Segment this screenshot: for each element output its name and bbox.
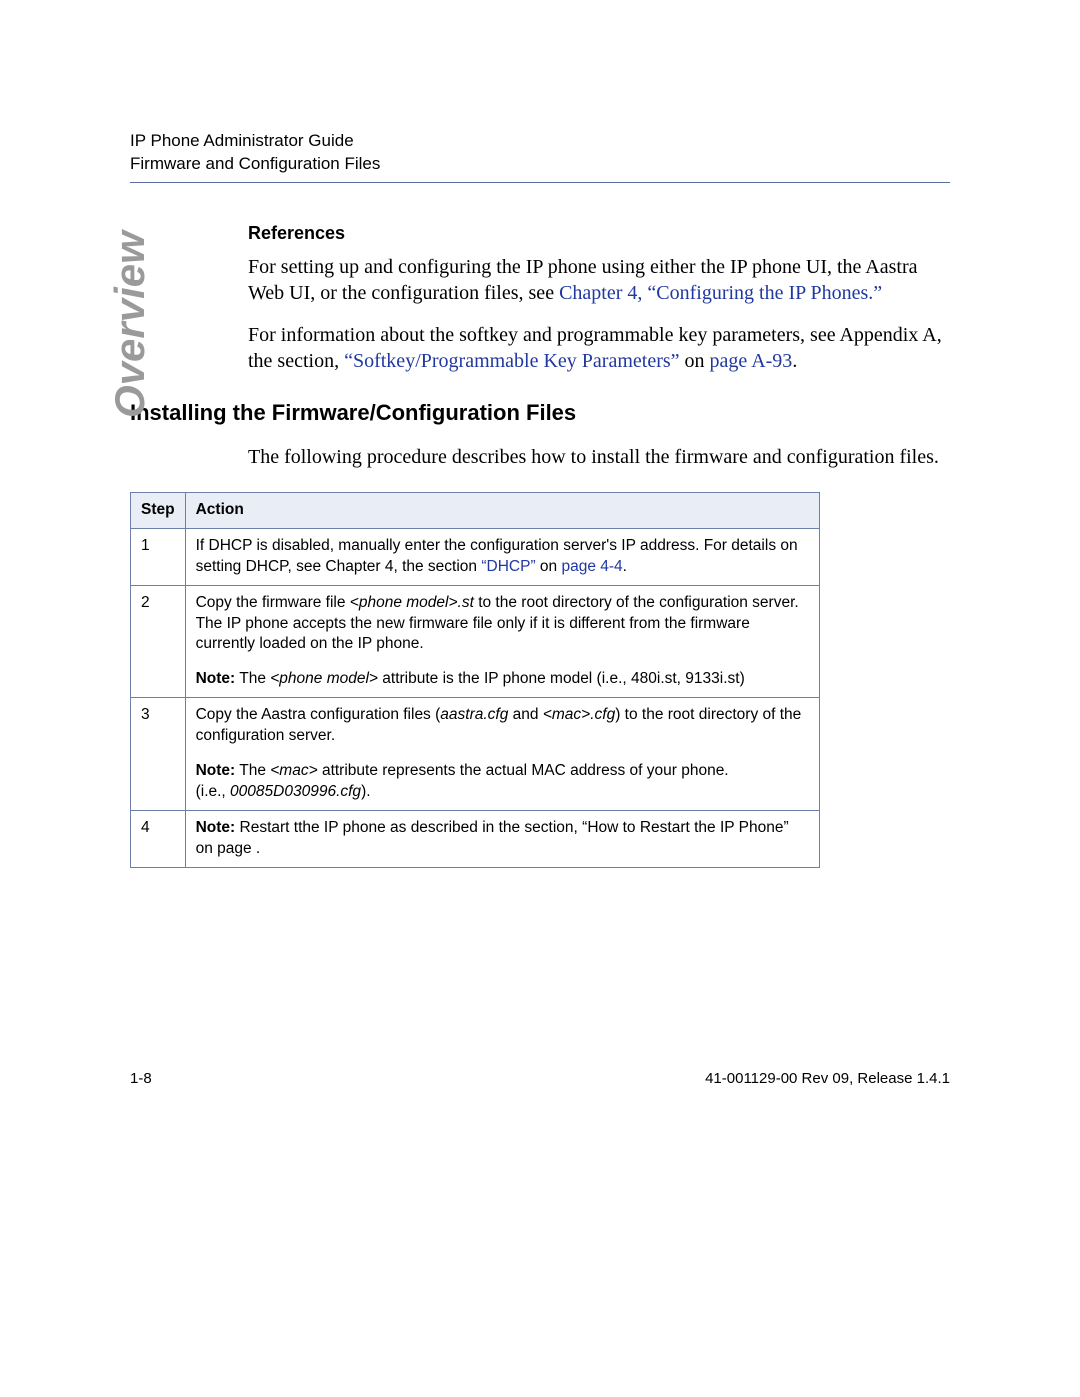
step-action: Note: Restart tthe IP phone as described… bbox=[185, 811, 819, 868]
note-label: Note: bbox=[196, 670, 236, 687]
step-action: Copy the Aastra configuration files (aas… bbox=[185, 698, 819, 811]
text: The bbox=[235, 670, 270, 687]
table-row: 3 Copy the Aastra configuration files (a… bbox=[131, 698, 820, 811]
steps-table: Step Action 1 If DHCP is disabled, manua… bbox=[130, 492, 820, 868]
col-action: Action bbox=[185, 492, 819, 528]
step-num: 2 bbox=[131, 585, 186, 698]
references-heading: References bbox=[248, 223, 950, 244]
text: (i.e., bbox=[196, 783, 230, 800]
table-row: 2 Copy the firmware file <phone model>.s… bbox=[131, 585, 820, 698]
text: Copy the Aastra configuration files ( bbox=[196, 706, 441, 723]
page-header: IP Phone Administrator Guide Firmware an… bbox=[130, 130, 950, 176]
page-number: 1-8 bbox=[130, 1070, 152, 1087]
col-step: Step bbox=[131, 492, 186, 528]
doc-id: 41-001129-00 Rev 09, Release 1.4.1 bbox=[705, 1070, 950, 1087]
table-row: 1 If DHCP is disabled, manually enter th… bbox=[131, 528, 820, 585]
text: Restart tthe IP phone as described in th… bbox=[196, 819, 789, 857]
text: ). bbox=[361, 783, 370, 800]
table-header-row: Step Action bbox=[131, 492, 820, 528]
text: attribute is the IP phone model (i.e., 4… bbox=[378, 670, 745, 687]
table-row: 4 Note: Restart tthe IP phone as describ… bbox=[131, 811, 820, 868]
note-label: Note: bbox=[196, 819, 236, 836]
text: . bbox=[623, 558, 627, 575]
link-dhcp[interactable]: “DHCP” bbox=[481, 558, 535, 575]
references-para-2: For information about the softkey and pr… bbox=[248, 322, 950, 374]
step-action: If DHCP is disabled, manually enter the … bbox=[185, 528, 819, 585]
header-subtitle: Firmware and Configuration Files bbox=[130, 153, 950, 176]
step-num: 4 bbox=[131, 811, 186, 868]
text: attribute represents the actual MAC addr… bbox=[318, 762, 729, 779]
link-page-a93[interactable]: page A-93 bbox=[710, 350, 793, 372]
references-para-1: For setting up and configuring the IP ph… bbox=[248, 254, 950, 306]
text: on bbox=[536, 558, 562, 575]
section-heading: Installing the Firmware/Configuration Fi… bbox=[130, 400, 950, 426]
step-action: Copy the firmware file <phone model>.st … bbox=[185, 585, 819, 698]
text: . bbox=[792, 350, 797, 372]
italic-text: <phone model>.st bbox=[350, 594, 474, 611]
step-num: 1 bbox=[131, 528, 186, 585]
document-page: IP Phone Administrator Guide Firmware an… bbox=[0, 0, 1080, 1397]
header-rule bbox=[130, 182, 950, 183]
section-intro: The following procedure describes how to… bbox=[248, 444, 950, 470]
side-tab-label: Overview bbox=[106, 231, 154, 418]
link-softkey-params[interactable]: “Softkey/Programmable Key Parameters” bbox=[344, 350, 679, 372]
text: The bbox=[235, 762, 270, 779]
italic-text: aastra.cfg bbox=[440, 706, 508, 723]
text: on bbox=[680, 350, 710, 372]
step-num: 3 bbox=[131, 698, 186, 811]
header-title: IP Phone Administrator Guide bbox=[130, 130, 950, 153]
text: and bbox=[508, 706, 542, 723]
page-footer: 1-8 41-001129-00 Rev 09, Release 1.4.1 bbox=[130, 1070, 950, 1087]
italic-text: 00085D030996.cfg bbox=[230, 783, 361, 800]
italic-text: <mac> bbox=[270, 762, 317, 779]
link-configuring-ip-phones[interactable]: Chapter 4, “Configuring the IP Phones.” bbox=[559, 282, 882, 304]
references-block: References For setting up and configurin… bbox=[248, 223, 950, 374]
link-page-4-4[interactable]: page 4-4 bbox=[561, 558, 622, 575]
italic-text: <phone model> bbox=[270, 670, 378, 687]
section-installing: Installing the Firmware/Configuration Fi… bbox=[130, 400, 950, 868]
note-label: Note: bbox=[196, 762, 236, 779]
italic-text: <mac>.cfg bbox=[543, 706, 615, 723]
text: Copy the firmware file bbox=[196, 594, 350, 611]
